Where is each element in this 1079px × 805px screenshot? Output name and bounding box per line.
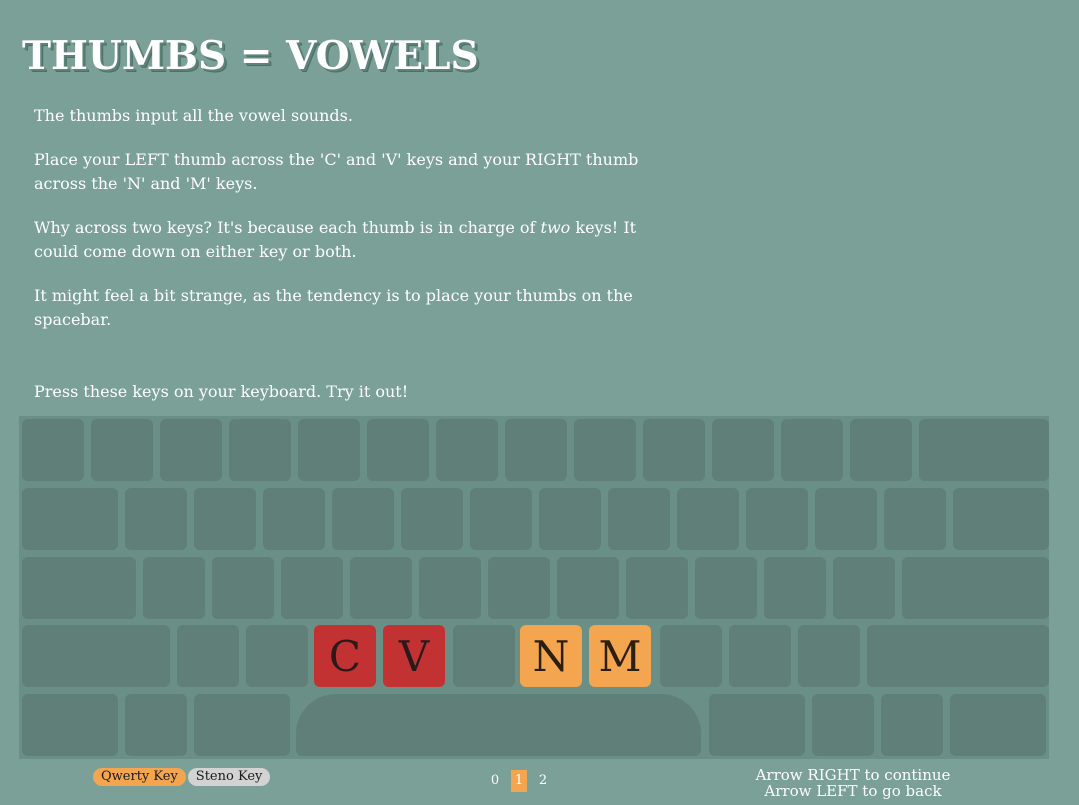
keyboard-key [91,419,153,481]
keyboard-key [263,488,325,550]
try-it-prompt: Press these keys on your keyboard. Try i… [34,382,409,401]
keyboard-key [798,625,860,687]
keyboard-key [367,419,429,481]
keyboard-key [884,488,946,550]
keyboard-key [867,625,1049,687]
keyboard-key [125,488,187,550]
keyboard-key [729,625,791,687]
keyboard-key [505,419,567,481]
keyboard-key [419,557,481,619]
keyboard-key [22,694,118,756]
keyboard-key [781,419,843,481]
paragraph-4: It might feel a bit strange, as the tend… [34,286,633,329]
keyboard-key [246,625,308,687]
keyboard-key [919,419,1049,481]
keyboard-key [453,625,515,687]
keyboard-key [22,488,118,550]
keyboard-key [850,419,912,481]
steno-key-legend: Steno Key [187,768,271,786]
paragraph-3-emphasis: two [540,218,571,237]
paragraph-3-start: Why across two keys? It's because each t… [34,218,541,237]
navigation-hint: Arrow RIGHT to continue Arrow LEFT to go… [700,767,1006,799]
keyboard-key [764,557,826,619]
keyboard-key [194,488,256,550]
keyboard-key [574,419,636,481]
paragraph-1: The thumbs input all the vowel sounds. [34,106,353,125]
keyboard-key [950,694,1046,756]
keyboard-key [953,488,1049,550]
keyboard-key [695,557,757,619]
qwerty-key-legend: Qwerty Key [93,768,186,786]
keyboard-key [709,694,805,756]
keyboard-key [746,488,808,550]
paragraph-2: Place your LEFT thumb across the 'C' and… [34,150,639,193]
keyboard-key [22,625,170,687]
keyboard-key [281,557,343,619]
keyboard-key [298,419,360,481]
keyboard-key [608,488,670,550]
arrow-right-hint: Arrow RIGHT to continue [755,766,951,784]
pagination: 0 1 2 [487,770,551,792]
page-link-2[interactable]: 2 [535,770,551,792]
keyboard-key [626,557,688,619]
key-n: N [520,625,582,687]
keyboard-key [160,419,222,481]
keyboard-key [22,419,84,481]
keyboard-key [902,557,1049,619]
keyboard-key [212,557,274,619]
keyboard-key [677,488,739,550]
keyboard-key [812,694,874,756]
keyboard-key [557,557,619,619]
key-legend: Qwerty Key Steno Key [93,768,271,786]
keyboard-key [815,488,877,550]
spacebar-key [296,694,701,756]
keyboard-key [229,419,291,481]
keyboard-key [881,694,943,756]
key-v: V [383,625,445,687]
keyboard-key [539,488,601,550]
keyboard-key [143,557,205,619]
key-c: C [314,625,376,687]
keyboard-key [436,419,498,481]
keyboard-key [833,557,895,619]
page-link-1-current[interactable]: 1 [511,770,527,792]
keyboard-key [350,557,412,619]
keyboard-key [470,488,532,550]
keyboard-key [332,488,394,550]
keyboard-key [194,694,290,756]
keyboard-key [488,557,550,619]
keyboard-key [177,625,239,687]
page-title: THUMBS = VOWELS [22,33,479,79]
keyboard-key [643,419,705,481]
paragraph-3: Why across two keys? It's because each t… [34,216,684,264]
keyboard-diagram: C V N M [19,416,1049,759]
instructions: The thumbs input all the vowel sounds. P… [34,104,684,352]
keyboard-key [712,419,774,481]
keyboard-key [22,557,136,619]
page-link-0[interactable]: 0 [487,770,503,792]
arrow-left-hint: Arrow LEFT to go back [764,782,942,800]
keyboard-key [125,694,187,756]
key-m: M [589,625,651,687]
keyboard-key [401,488,463,550]
keyboard-key [660,625,722,687]
